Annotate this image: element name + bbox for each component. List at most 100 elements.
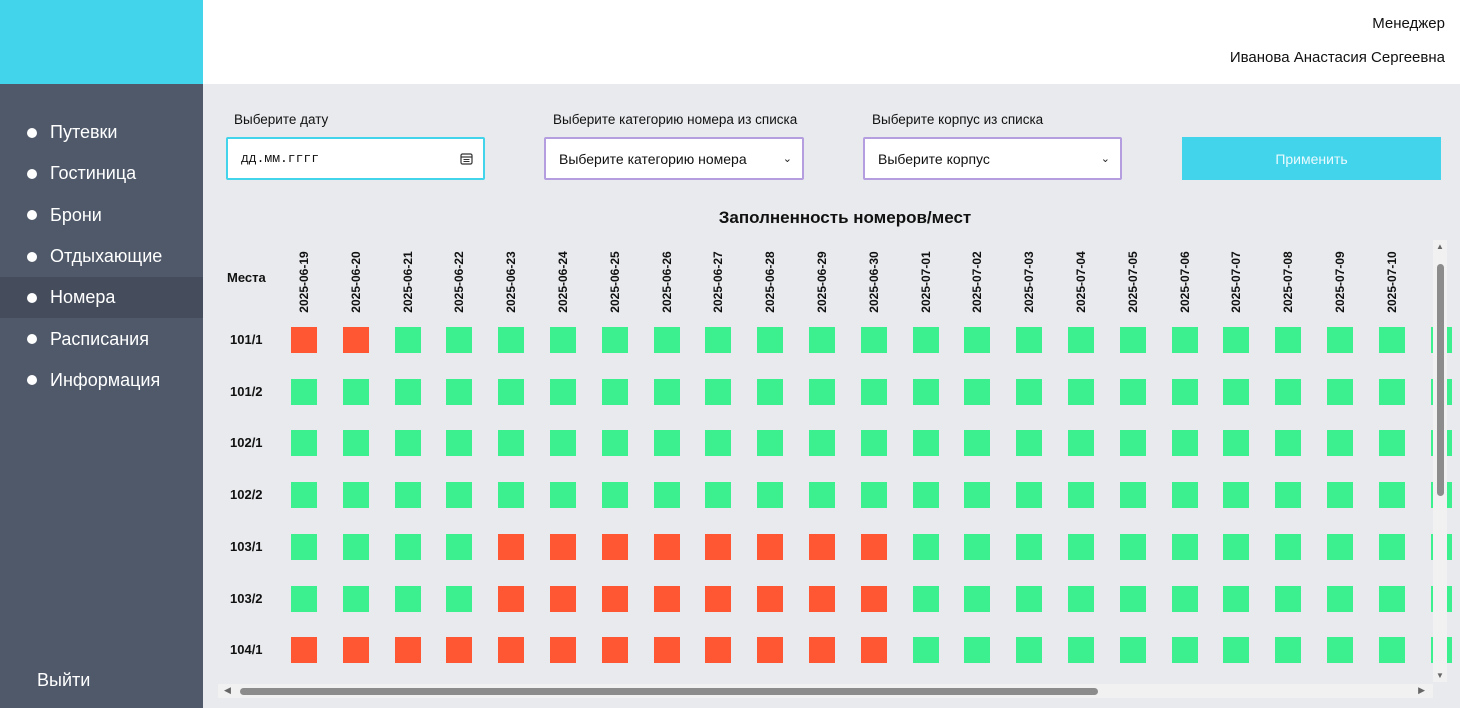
cell-free[interactable] xyxy=(601,327,628,353)
cell-free[interactable] xyxy=(291,482,317,509)
cell-occupied[interactable] xyxy=(653,585,680,612)
cell-occupied[interactable] xyxy=(809,585,835,612)
horizontal-scroll-thumb[interactable] xyxy=(240,688,1098,695)
vertical-scrollbar[interactable]: ▲ ▼ xyxy=(1433,240,1447,682)
cell-free[interactable] xyxy=(912,327,939,353)
category-select[interactable]: Выберите категорию номера ⌄ xyxy=(544,137,804,180)
cell-free[interactable] xyxy=(809,327,835,353)
cell-free[interactable] xyxy=(1223,585,1250,612)
cell-occupied[interactable] xyxy=(601,637,628,664)
cell-free[interactable] xyxy=(394,585,421,612)
scroll-up-icon[interactable]: ▲ xyxy=(1436,242,1444,251)
cell-free[interactable] xyxy=(550,482,576,509)
cell-free[interactable] xyxy=(394,533,421,560)
cell-free[interactable] xyxy=(601,378,628,405)
cell-free[interactable] xyxy=(653,378,680,405)
cell-occupied[interactable] xyxy=(705,585,732,612)
cell-occupied[interactable] xyxy=(809,637,835,664)
cell-occupied[interactable] xyxy=(757,637,784,664)
cell-free[interactable] xyxy=(1016,585,1043,612)
cell-free[interactable] xyxy=(1016,637,1043,664)
cell-free[interactable] xyxy=(291,378,317,405)
cell-free[interactable] xyxy=(498,430,525,457)
cell-free[interactable] xyxy=(394,482,421,509)
cell-free[interactable] xyxy=(446,378,473,405)
cell-free[interactable] xyxy=(653,430,680,457)
building-select[interactable]: Выберите корпус ⌄ xyxy=(863,137,1122,180)
cell-free[interactable] xyxy=(446,585,473,612)
cell-occupied[interactable] xyxy=(498,585,525,612)
cell-occupied[interactable] xyxy=(550,637,576,664)
cell-free[interactable] xyxy=(1068,533,1094,560)
cell-free[interactable] xyxy=(757,482,784,509)
cell-free[interactable] xyxy=(1016,482,1043,509)
cell-free[interactable] xyxy=(860,430,887,457)
cell-free[interactable] xyxy=(601,430,628,457)
cell-free[interactable] xyxy=(1327,637,1353,664)
cell-free[interactable] xyxy=(912,430,939,457)
cell-free[interactable] xyxy=(1068,430,1094,457)
cell-free[interactable] xyxy=(342,533,369,560)
cell-free[interactable] xyxy=(498,378,525,405)
cell-free[interactable] xyxy=(912,378,939,405)
cell-occupied[interactable] xyxy=(291,327,317,353)
cell-free[interactable] xyxy=(1016,327,1043,353)
cell-occupied[interactable] xyxy=(757,533,784,560)
cell-occupied[interactable] xyxy=(291,637,317,664)
cell-free[interactable] xyxy=(1171,482,1198,509)
cell-free[interactable] xyxy=(1068,585,1094,612)
sidebar-item-rooms[interactable]: Номера xyxy=(0,277,203,319)
cell-occupied[interactable] xyxy=(394,637,421,664)
cell-free[interactable] xyxy=(498,327,525,353)
cell-free[interactable] xyxy=(964,482,991,509)
cell-occupied[interactable] xyxy=(498,637,525,664)
cell-free[interactable] xyxy=(1171,637,1198,664)
cell-free[interactable] xyxy=(860,482,887,509)
cell-occupied[interactable] xyxy=(342,327,369,353)
cell-occupied[interactable] xyxy=(860,637,887,664)
cell-free[interactable] xyxy=(964,585,991,612)
cell-occupied[interactable] xyxy=(809,533,835,560)
cell-free[interactable] xyxy=(1275,327,1302,353)
calendar-icon[interactable] xyxy=(460,152,473,165)
logout-button[interactable]: Выйти xyxy=(37,670,90,691)
cell-free[interactable] xyxy=(550,378,576,405)
cell-free[interactable] xyxy=(1327,482,1353,509)
cell-free[interactable] xyxy=(1171,327,1198,353)
cell-free[interactable] xyxy=(446,482,473,509)
cell-free[interactable] xyxy=(705,430,732,457)
sidebar-item-tours[interactable]: Путевки xyxy=(0,112,203,153)
cell-free[interactable] xyxy=(964,637,991,664)
cell-occupied[interactable] xyxy=(705,637,732,664)
cell-free[interactable] xyxy=(653,327,680,353)
cell-free[interactable] xyxy=(1327,327,1353,353)
cell-free[interactable] xyxy=(1327,585,1353,612)
cell-free[interactable] xyxy=(809,378,835,405)
cell-free[interactable] xyxy=(1378,585,1405,612)
cell-free[interactable] xyxy=(1171,585,1198,612)
cell-free[interactable] xyxy=(1119,327,1146,353)
cell-free[interactable] xyxy=(912,482,939,509)
cell-occupied[interactable] xyxy=(550,585,576,612)
date-input[interactable]: дд.мм.гггг xyxy=(226,137,485,180)
cell-free[interactable] xyxy=(1275,533,1302,560)
horizontal-scrollbar[interactable]: ◀ ▶ xyxy=(218,684,1433,698)
scroll-left-icon[interactable]: ◀ xyxy=(224,685,231,696)
sidebar-item-bookings[interactable]: Брони xyxy=(0,195,203,236)
cell-free[interactable] xyxy=(1171,378,1198,405)
cell-free[interactable] xyxy=(809,430,835,457)
cell-free[interactable] xyxy=(394,430,421,457)
cell-free[interactable] xyxy=(1171,430,1198,457)
cell-occupied[interactable] xyxy=(498,533,525,560)
cell-free[interactable] xyxy=(1275,585,1302,612)
cell-free[interactable] xyxy=(653,482,680,509)
cell-free[interactable] xyxy=(1223,327,1250,353)
cell-free[interactable] xyxy=(1223,430,1250,457)
cell-free[interactable] xyxy=(550,430,576,457)
cell-occupied[interactable] xyxy=(601,533,628,560)
cell-occupied[interactable] xyxy=(653,637,680,664)
cell-free[interactable] xyxy=(1016,430,1043,457)
cell-free[interactable] xyxy=(394,327,421,353)
cell-free[interactable] xyxy=(1119,378,1146,405)
cell-free[interactable] xyxy=(446,327,473,353)
